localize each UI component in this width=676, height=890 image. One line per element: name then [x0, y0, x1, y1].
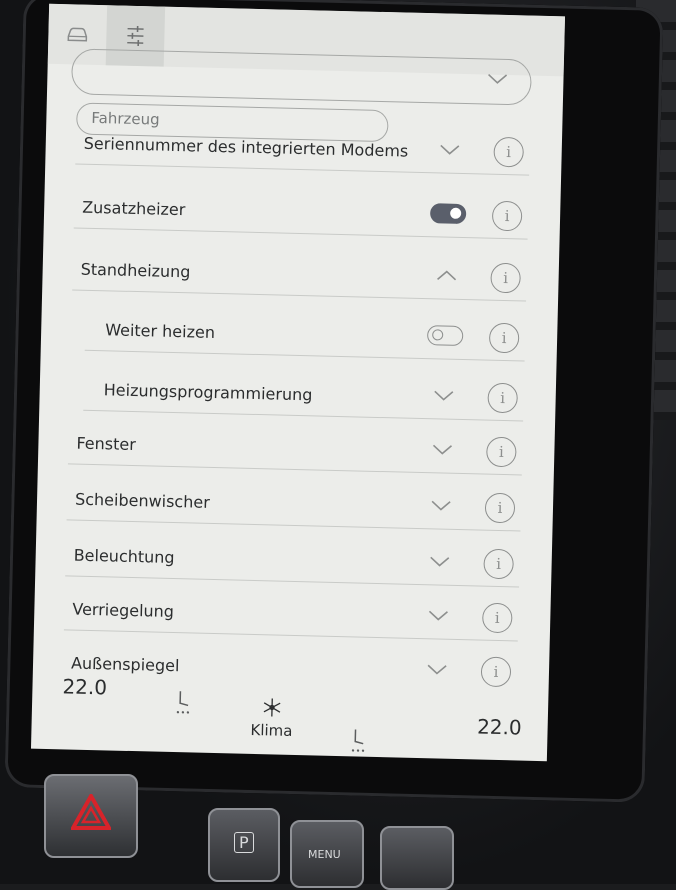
setting-label: Heizungsprogrammierung — [104, 380, 313, 404]
seat-heating-right-button[interactable] — [349, 727, 368, 757]
setting-label: Zusatzheizer — [82, 198, 186, 220]
info-button[interactable]: i — [490, 263, 521, 294]
setting-row-zusatzheizer[interactable]: Zusatzheizer i — [74, 172, 529, 239]
zusatzheizer-toggle[interactable] — [430, 201, 467, 226]
setting-label: Fenster — [76, 434, 136, 454]
expand-button[interactable] — [431, 137, 468, 162]
info-button[interactable]: i — [493, 137, 524, 168]
info-button[interactable]: i — [485, 493, 516, 524]
info-button[interactable]: i — [489, 323, 520, 354]
hardware-button[interactable] — [380, 826, 454, 890]
park-assist-button[interactable]: P — [208, 808, 280, 882]
category-dropdown[interactable] — [71, 48, 532, 105]
climate-bar: 22.0 Klima — [31, 664, 549, 762]
chevron-down-icon — [439, 142, 461, 157]
expand-button[interactable] — [423, 493, 460, 518]
toggle-switch-on[interactable] — [430, 203, 466, 224]
infotainment-screen: Fahrzeug Seriennummer des integrierten M… — [31, 4, 565, 761]
klima-button[interactable]: Klima — [241, 697, 302, 740]
info-button[interactable]: i — [492, 201, 523, 232]
expand-button[interactable] — [424, 437, 461, 462]
setting-label: Scheibenwischer — [75, 490, 210, 512]
klima-label: Klima — [241, 721, 301, 740]
setting-label: Seriennummer des integrierten Modems — [84, 134, 409, 161]
info-button[interactable]: i — [482, 603, 513, 634]
info-button[interactable]: i — [487, 383, 518, 414]
weiter-heizen-toggle[interactable] — [427, 323, 464, 348]
setting-row-weiter-heizen[interactable]: Weiter heizen i — [85, 295, 526, 362]
setting-row-modem-serial[interactable]: Seriennummer des integrierten Modems i — [75, 109, 530, 176]
toggle-switch-off[interactable] — [427, 325, 463, 346]
chevron-up-icon — [435, 268, 457, 283]
seat-heating-icon — [349, 727, 368, 753]
seat-heating-left-button[interactable] — [174, 689, 193, 719]
physical-button-row: P MENU — [0, 760, 676, 884]
car-interior: Fahrzeug Seriennummer des integrierten M… — [0, 0, 676, 884]
expand-button[interactable] — [421, 549, 458, 574]
expand-button[interactable] — [420, 603, 457, 628]
chevron-down-icon — [429, 554, 451, 569]
chevron-down-icon — [427, 608, 449, 623]
toggle-knob — [432, 329, 443, 340]
temperature-left[interactable]: 22.0 — [62, 674, 107, 699]
seat-heating-icon — [174, 689, 193, 715]
setting-row-standheizung[interactable]: Standheizung i — [72, 234, 527, 301]
hazard-triangle-icon — [71, 794, 111, 830]
setting-label: Standheizung — [80, 260, 190, 282]
collapse-button[interactable] — [428, 263, 465, 288]
chevron-down-icon — [433, 388, 455, 403]
setting-label: Verriegelung — [72, 600, 174, 621]
fan-icon — [262, 697, 282, 717]
expand-button[interactable] — [425, 383, 462, 408]
toggle-knob — [450, 208, 461, 219]
hazard-button[interactable] — [44, 774, 138, 858]
setting-label: Beleuchtung — [73, 546, 174, 567]
menu-button[interactable]: MENU — [290, 820, 364, 888]
car-icon — [65, 25, 89, 44]
setting-label: Weiter heizen — [105, 320, 215, 342]
temperature-right[interactable]: 22.0 — [477, 714, 522, 739]
info-button[interactable]: i — [483, 549, 514, 580]
info-button[interactable]: i — [486, 437, 517, 468]
menu-label: MENU — [308, 848, 341, 861]
park-label: P — [234, 832, 254, 853]
chevron-down-icon — [486, 72, 508, 87]
chevron-down-icon — [431, 442, 453, 457]
chevron-down-icon — [430, 498, 452, 513]
sliders-icon — [123, 23, 148, 50]
